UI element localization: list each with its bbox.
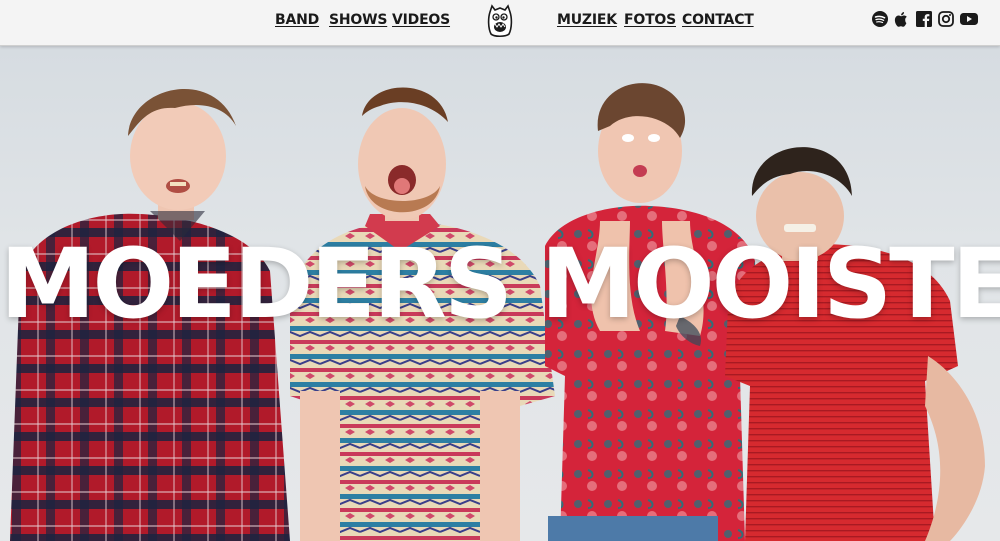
band-member-4 <box>725 147 985 541</box>
nav-link-muziek[interactable]: MUZIEK <box>557 12 617 28</box>
instagram-icon[interactable] <box>938 11 954 27</box>
nav-link-contact[interactable]: CONTACT <box>682 12 754 28</box>
apple-icon[interactable] <box>894 11 910 27</box>
youtube-icon[interactable] <box>960 11 978 27</box>
nav-link-videos[interactable]: VIDEOS <box>392 12 450 28</box>
spotify-icon[interactable] <box>872 11 888 27</box>
hero-band-photo: MOEDERS MOOISTE <box>0 46 1000 541</box>
monster-logo-icon[interactable] <box>487 4 513 38</box>
nav-link-band[interactable]: BAND <box>275 12 319 28</box>
social-links <box>872 11 978 27</box>
hero-title: MOEDERS MOOISTE <box>0 228 1000 340</box>
top-navigation: BAND SHOWS VIDEOS MUZIEK FOTOS CONTACT <box>0 0 1000 46</box>
nav-link-shows[interactable]: SHOWS <box>329 12 387 28</box>
nav-link-fotos[interactable]: FOTOS <box>624 12 676 28</box>
facebook-icon[interactable] <box>916 11 932 27</box>
